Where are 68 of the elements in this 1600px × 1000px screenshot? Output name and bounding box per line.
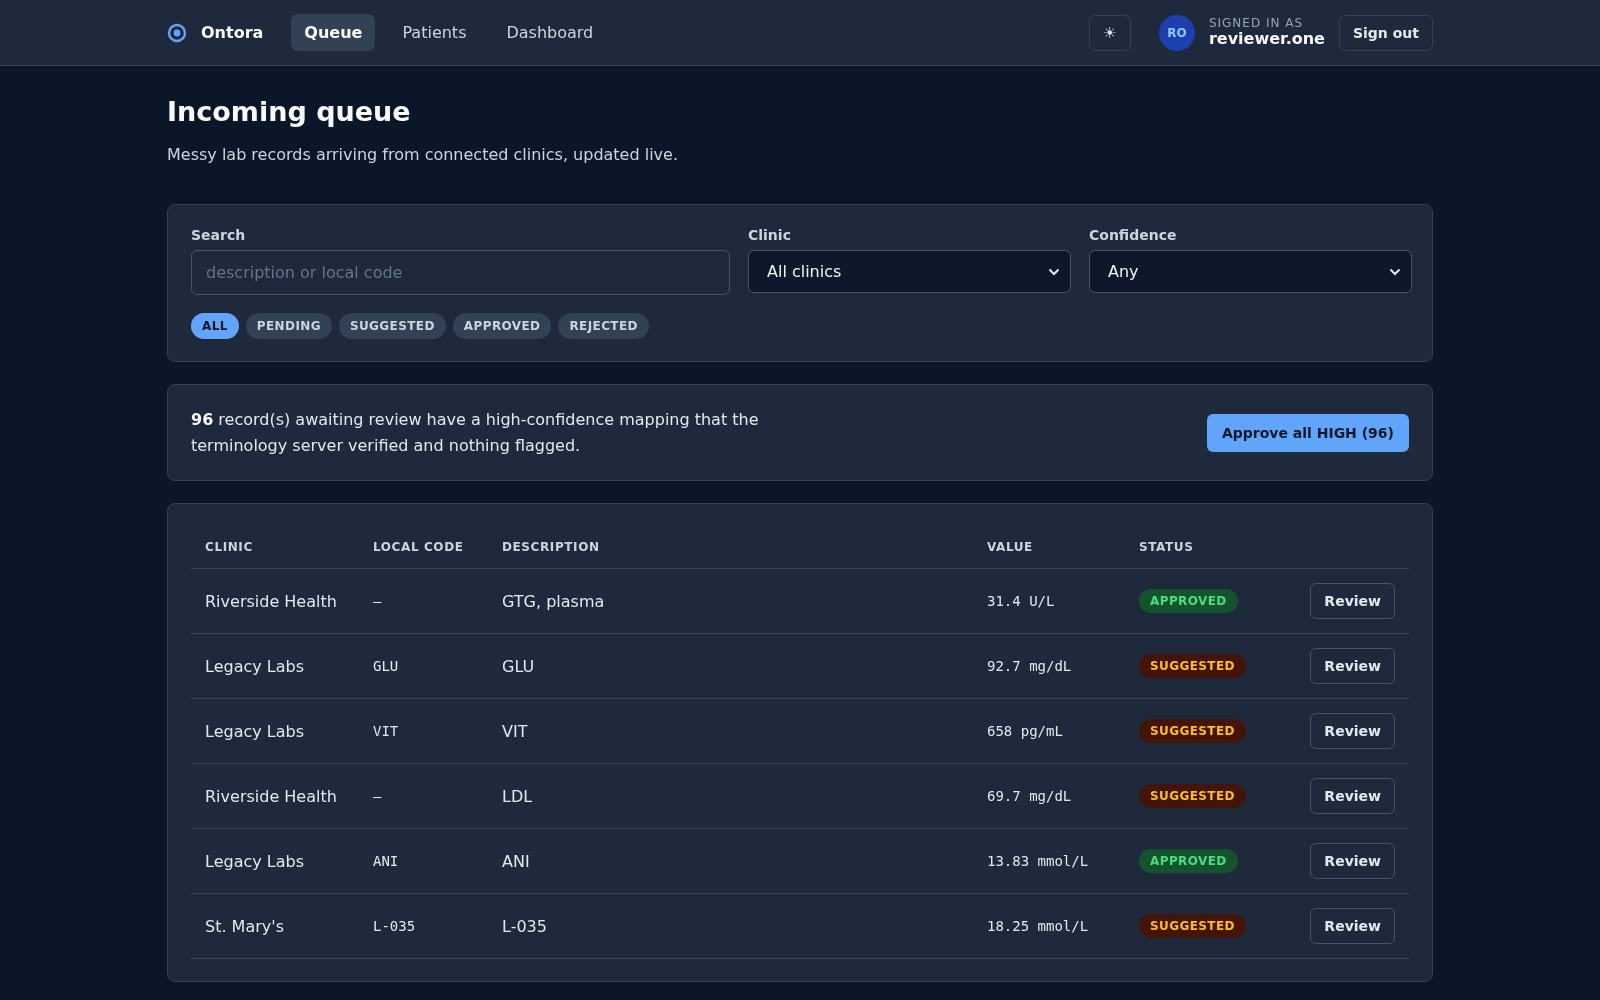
local-code-cell: L-035 (359, 893, 488, 959)
field-label: Search (191, 227, 247, 243)
field-label: Clinic (748, 227, 792, 243)
clinic-cell: Riverside Health (191, 763, 359, 829)
local-code-cell: – (359, 568, 488, 634)
chevron-icon (1048, 267, 1060, 276)
approve-all-button[interactable]: Approve all HIGH (96) (1206, 413, 1409, 452)
column-header: STATUS (1125, 526, 1280, 569)
status-badge: APPROVED (1139, 849, 1238, 874)
clinic-cell: St. Mary's (191, 893, 359, 959)
local-code-cell: VIT (359, 698, 488, 764)
value-cell: 69.7 mg/dL (973, 763, 1125, 829)
column-header: DESCRIPTION (488, 526, 973, 569)
theme-toggle-button[interactable]: ☀ (1088, 14, 1131, 51)
sign-out-button[interactable]: Sign out (1338, 14, 1433, 51)
status-badge: SUGGESTED (1139, 784, 1246, 809)
chevron-icon (1389, 267, 1401, 276)
status-filter-chip[interactable]: REJECTED (558, 313, 649, 339)
local-code-cell: ANI (359, 828, 488, 894)
nav-link[interactable]: Patients (389, 14, 480, 51)
local-code-cell: GLU (359, 633, 488, 699)
status-filter-chip[interactable]: PENDING (245, 313, 332, 339)
nav-link[interactable]: Queue (291, 14, 376, 51)
column-header: CLINIC (191, 526, 359, 569)
signed-in-caption: SIGNED IN AS (1208, 17, 1305, 31)
page-title: Incoming queue (167, 96, 412, 127)
page-subtitle: Messy lab records arriving from connected clinics, updated live. (167, 145, 679, 164)
status-filter-chip[interactable]: ALL (191, 313, 239, 339)
clinic-cell: Legacy Labs (191, 698, 359, 764)
value-cell: 13.83 mmol/L (973, 828, 1125, 894)
value-cell: 92.7 mg/dL (973, 633, 1125, 699)
description-cell: LDL (488, 763, 973, 829)
banner-text: 96 record(s) awaiting review have a high-confidence mapping that the terminology server verified and nothing flagged. (191, 409, 760, 457)
description-cell: VIT (488, 698, 973, 764)
status-filter-chip[interactable]: APPROVED (452, 313, 552, 339)
local-code-cell: – (359, 763, 488, 829)
user-name: reviewer.one (1208, 30, 1325, 48)
value-cell: 658 pg/mL (973, 698, 1125, 764)
clinic-cell: Riverside Health (191, 568, 359, 634)
status-badge: SUGGESTED (1139, 914, 1246, 939)
clinic-select[interactable]: All clinics (748, 250, 1071, 293)
status-badge: APPROVED (1139, 589, 1238, 614)
status-filter-chip[interactable]: SUGGESTED (338, 313, 446, 339)
description-cell: GLU (488, 633, 973, 699)
status-badge: SUGGESTED (1139, 719, 1246, 744)
search-field[interactable]: description or local code (191, 250, 730, 295)
confidence-select[interactable]: Any (1089, 250, 1412, 293)
column-header: LOCAL CODE (359, 526, 488, 569)
review-button[interactable]: Review (1310, 843, 1395, 880)
review-button[interactable]: Review (1310, 648, 1395, 685)
review-button[interactable]: Review (1310, 583, 1395, 620)
brand-name: Ontora (201, 23, 264, 42)
review-button[interactable]: Review (1310, 713, 1395, 750)
clinic-cell: Legacy Labs (191, 633, 359, 699)
status-badge: SUGGESTED (1139, 654, 1246, 679)
review-button[interactable]: Review (1310, 908, 1395, 945)
value-cell: 31.4 U/L (973, 568, 1125, 634)
description-cell: GTG, plasma (488, 568, 973, 634)
target-icon (167, 22, 187, 43)
field-label: Confidence (1089, 227, 1178, 243)
clinic-cell: Legacy Labs (191, 828, 359, 894)
value-cell: 18.25 mmol/L (973, 893, 1125, 959)
description-cell: ANI (488, 828, 973, 894)
description-cell: L-035 (488, 893, 973, 959)
nav-link[interactable]: Dashboard (493, 14, 607, 51)
user-avatar: RO (1158, 14, 1195, 51)
review-button[interactable]: Review (1310, 778, 1395, 815)
column-header: VALUE (973, 526, 1125, 569)
